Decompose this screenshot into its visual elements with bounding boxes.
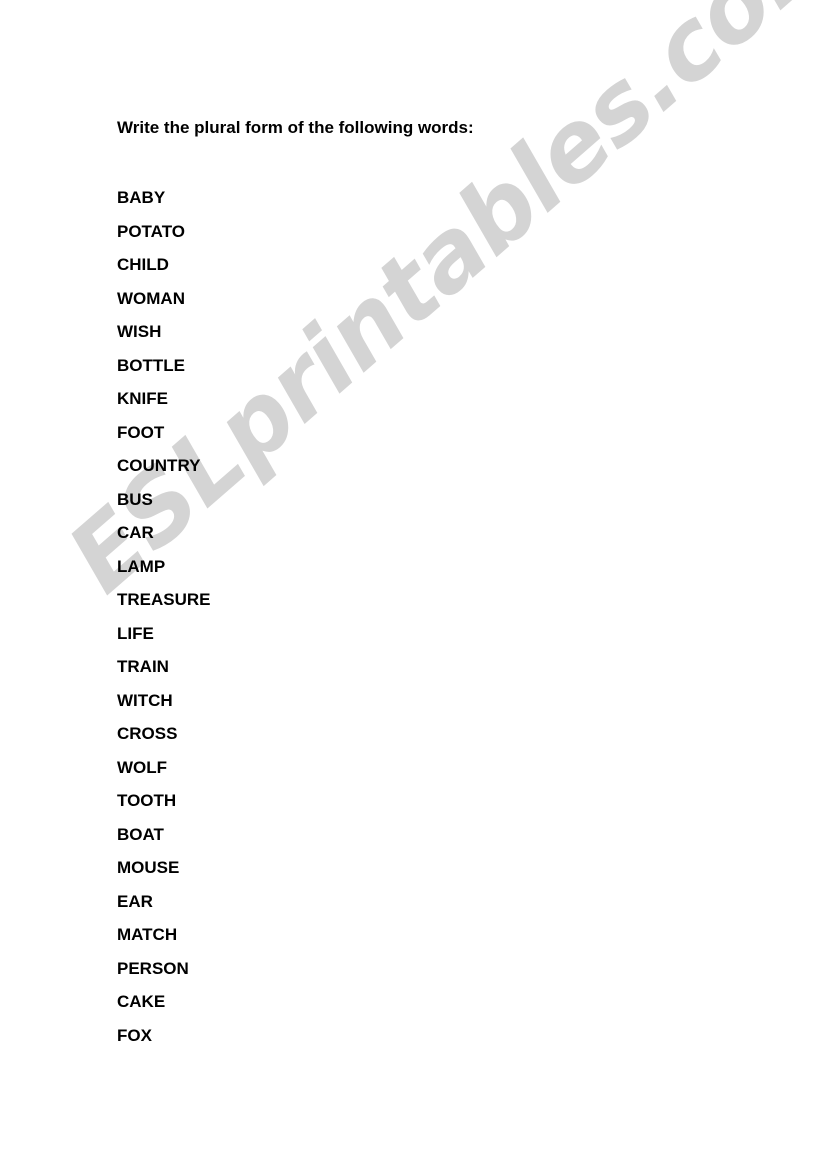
list-item: KNIFE xyxy=(117,389,168,408)
list-item: LIFE xyxy=(117,623,154,643)
list-item: TRAIN xyxy=(117,657,169,676)
list-item: WITCH xyxy=(117,690,173,710)
worksheet-page: ESLprintables.com Write the plural form … xyxy=(0,0,826,1169)
list-item: TOOTH xyxy=(117,791,177,810)
list-item: TREASURE xyxy=(117,590,211,609)
list-item: BABY xyxy=(117,188,166,207)
list-item: POTATO xyxy=(117,221,185,241)
list-item: PERSON xyxy=(117,958,189,978)
list-item: BUS xyxy=(117,489,153,509)
list-item: WOLF xyxy=(117,757,168,777)
list-item: CAR xyxy=(117,523,154,542)
list-item: CROSS xyxy=(117,724,178,743)
list-item: CHILD xyxy=(117,255,169,274)
word-list: BABY POTATO CHILD WOMAN WISH BOTTLE KNIF… xyxy=(117,186,211,1057)
list-item: WOMAN xyxy=(117,288,185,308)
list-item: COUNTRY xyxy=(117,456,201,475)
list-item: FOOT xyxy=(117,422,165,442)
list-item: WISH xyxy=(117,322,162,341)
list-item: CAKE xyxy=(117,992,166,1011)
list-item: FOX xyxy=(117,1025,152,1045)
list-item: BOAT xyxy=(117,824,164,844)
list-item: EAR xyxy=(117,891,153,911)
page-title: Write the plural form of the following w… xyxy=(117,118,474,137)
list-item: MATCH xyxy=(117,925,178,944)
list-item: BOTTLE xyxy=(117,355,185,375)
list-item: MOUSE xyxy=(117,858,180,877)
list-item: LAMP xyxy=(117,556,166,576)
